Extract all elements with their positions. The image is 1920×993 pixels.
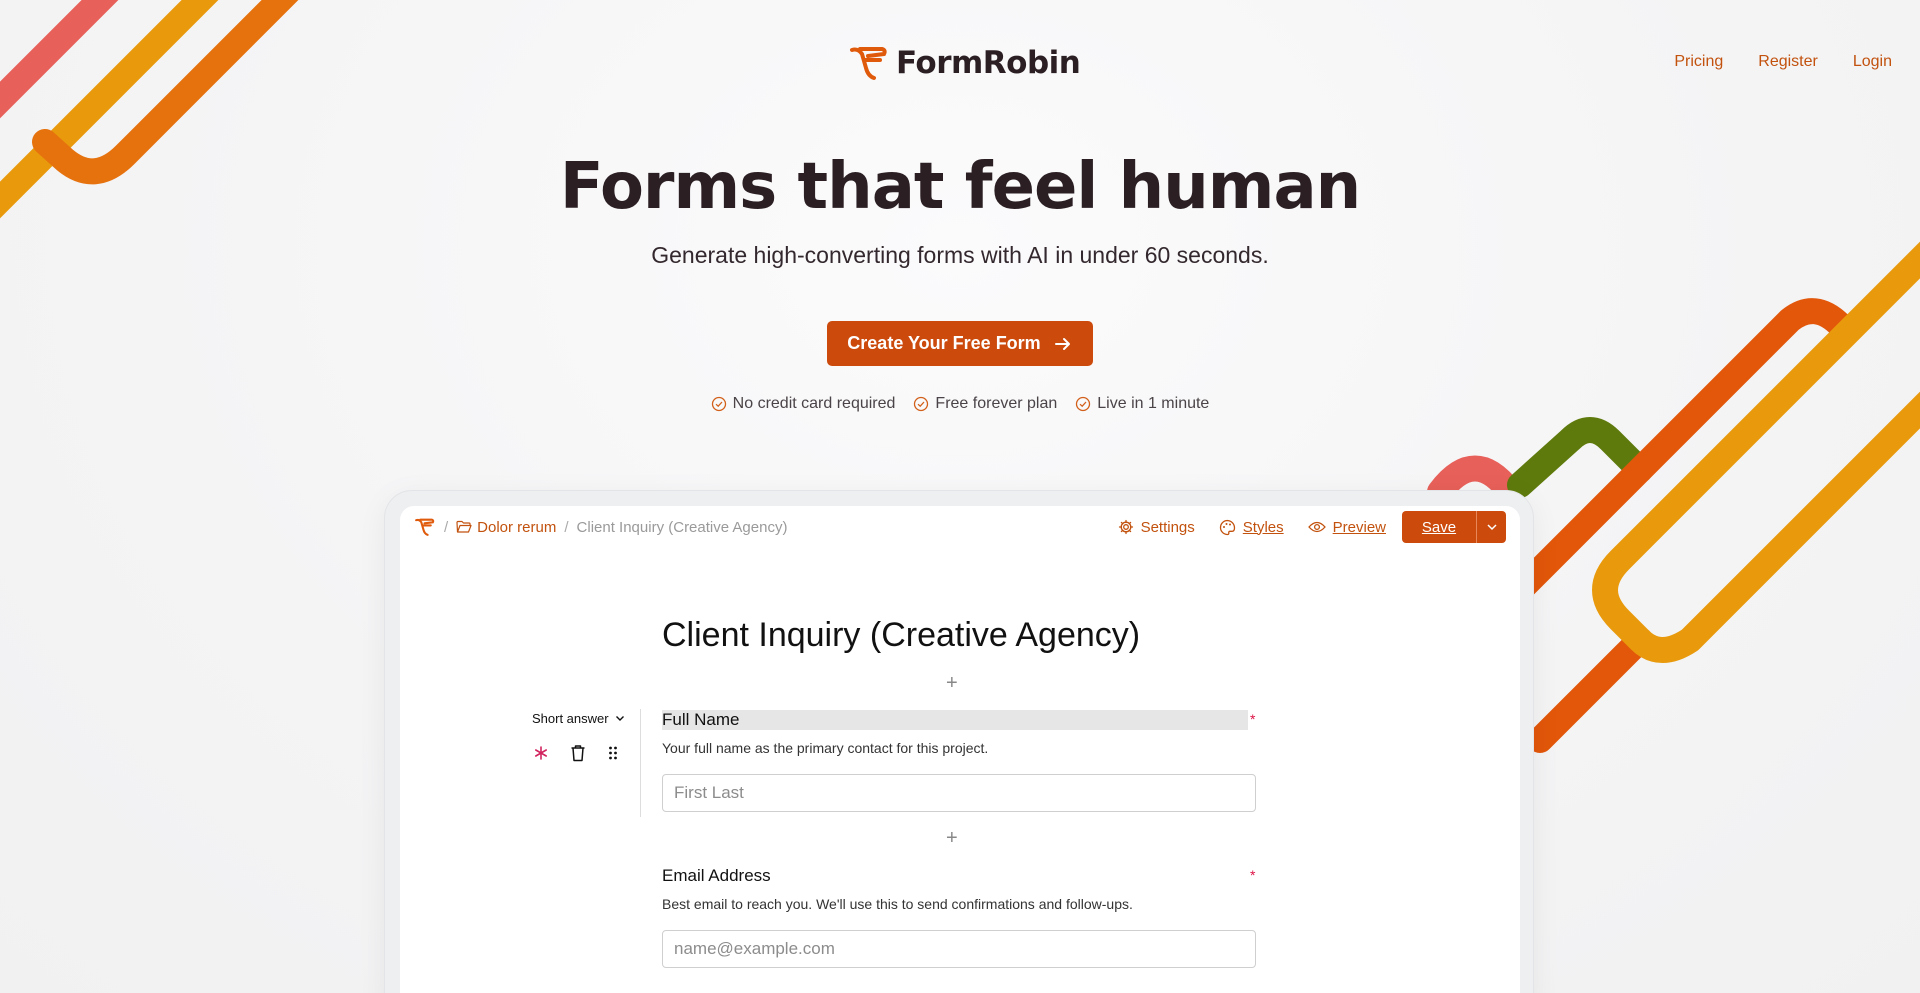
preview-label: Preview	[1332, 518, 1386, 536]
styles-label: Styles	[1242, 518, 1284, 536]
editor-actions: Settings Styles Preview Save	[1118, 511, 1506, 543]
styles-button[interactable]: Styles	[1219, 519, 1284, 536]
robin-logo-icon	[850, 47, 887, 80]
create-free-form-button[interactable]: Create Your Free Form	[827, 321, 1093, 366]
drag-handle-icon[interactable]	[608, 745, 618, 761]
form-title[interactable]: Client Inquiry (Creative Agency)	[662, 616, 1140, 655]
hero-subtitle: Generate high-converting forms with AI i…	[651, 242, 1269, 268]
settings-button[interactable]: Settings	[1118, 519, 1195, 536]
perk-item: Free forever plan	[913, 395, 1057, 413]
required-asterisk-icon[interactable]	[534, 746, 548, 760]
chevron-down-icon	[615, 716, 624, 721]
breadcrumb: / Dolor rerum / Client Inquiry (Creative…	[414, 517, 787, 537]
required-marker: *	[1250, 867, 1256, 883]
field-type-select[interactable]: Short answer	[532, 711, 632, 726]
perk-label: Live in 1 minute	[1097, 395, 1210, 412]
question-label-field[interactable]: Email Address	[662, 866, 1248, 886]
check-circle-icon	[914, 396, 929, 412]
nav-login-link[interactable]: Login	[1853, 53, 1892, 71]
editor-toolbar: / Dolor rerum / Client Inquiry (Creative…	[400, 506, 1520, 548]
top-nav: Pricing Register Login	[1674, 53, 1892, 71]
add-question-icon[interactable]: +	[946, 827, 958, 850]
eye-icon	[1307, 521, 1326, 533]
perk-item: No credit card required	[711, 395, 896, 413]
nav-pricing-link[interactable]: Pricing	[1674, 53, 1723, 71]
perk-label: Free forever plan	[935, 395, 1058, 412]
hero-title: Forms that feel human	[559, 150, 1361, 224]
field-toolbar: Short answer	[532, 711, 632, 762]
field-type-label: Short answer	[532, 711, 609, 726]
field-actions	[532, 744, 632, 762]
robin-logo-icon[interactable]	[414, 517, 436, 537]
breadcrumb-separator: /	[444, 518, 449, 536]
check-circle-icon	[711, 396, 726, 412]
required-marker: *	[1250, 711, 1256, 727]
breadcrumb-separator: /	[564, 518, 569, 536]
add-question-icon[interactable]: +	[946, 672, 958, 695]
breadcrumb-folder[interactable]: Dolor rerum	[456, 519, 556, 536]
trash-icon[interactable]	[570, 744, 586, 762]
question-description[interactable]: Best email to reach you. We'll use this …	[662, 896, 1133, 912]
chevron-down-icon	[1486, 524, 1497, 531]
check-circle-icon	[1076, 396, 1091, 412]
question-label: Email Address	[662, 866, 771, 885]
breadcrumb-current: Client Inquiry (Creative Agency)	[576, 518, 788, 536]
brand-name: FormRobin	[896, 45, 1081, 81]
arrow-right-icon	[1054, 337, 1070, 350]
perks-list: No credit card required Free forever pla…	[0, 395, 1920, 413]
nav-register-link[interactable]: Register	[1758, 53, 1818, 71]
perk-label: No credit card required	[732, 395, 896, 412]
perk-item: Live in 1 minute	[1075, 395, 1209, 413]
save-label: Save	[1421, 518, 1457, 536]
palette-icon	[1219, 519, 1235, 535]
folder-icon	[456, 520, 472, 533]
gear-icon	[1118, 519, 1133, 535]
breadcrumb-folder-label: Dolor rerum	[477, 518, 557, 536]
email-input[interactable]	[662, 930, 1256, 968]
save-options-dropdown[interactable]	[1476, 511, 1506, 543]
active-field-indicator	[640, 709, 641, 817]
full-name-input[interactable]	[662, 774, 1256, 812]
question-description[interactable]: Your full name as the primary contact fo…	[662, 740, 988, 756]
save-button[interactable]: Save	[1402, 511, 1476, 543]
preview-button[interactable]: Preview	[1307, 518, 1386, 536]
form-editor-preview: / Dolor rerum / Client Inquiry (Creative…	[400, 506, 1520, 993]
save-button-group: Save	[1402, 511, 1506, 543]
question-label: Full Name	[662, 710, 1248, 730]
question-label-field[interactable]: Full Name	[662, 710, 1248, 730]
brand-logo[interactable]: FormRobin	[848, 44, 1081, 82]
cta-label: Create Your Free Form	[847, 333, 1041, 353]
settings-label: Settings	[1140, 518, 1195, 536]
